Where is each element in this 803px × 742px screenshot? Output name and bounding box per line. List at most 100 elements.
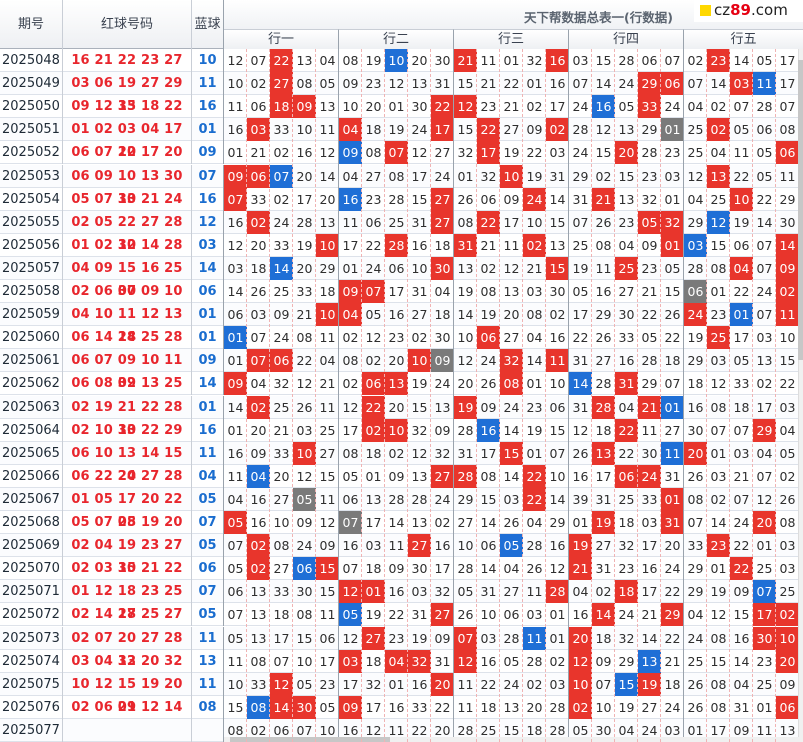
number-cell: 15 bbox=[733, 607, 750, 623]
blue-ball-cell: 09 bbox=[192, 349, 224, 373]
number-cell: 18 bbox=[250, 260, 267, 276]
number-cell: 12 bbox=[503, 260, 520, 276]
number-cell: 19 bbox=[526, 168, 543, 184]
period-cell: 2025073 bbox=[0, 626, 63, 650]
number-cell: 12 bbox=[388, 76, 405, 92]
period-cell: 2025060 bbox=[0, 326, 63, 350]
period-cell: 2025067 bbox=[0, 487, 63, 511]
number-cell: 25 bbox=[687, 653, 704, 669]
number-cell: 15 bbox=[615, 672, 638, 696]
number-cell: 03 bbox=[250, 307, 267, 323]
number-cell: 18 bbox=[687, 376, 704, 392]
number-cell: 12 bbox=[457, 353, 474, 369]
number-cell: 12 bbox=[707, 210, 730, 234]
number-cell: 06 bbox=[227, 307, 244, 323]
number-cell: 08 bbox=[247, 695, 270, 719]
column-divider bbox=[269, 49, 270, 742]
period-cell: 2025054 bbox=[0, 187, 63, 211]
number-cell: 02 bbox=[247, 534, 270, 558]
period-cell: 2025057 bbox=[0, 256, 63, 280]
number-cell: 13 bbox=[638, 649, 661, 673]
number-cell: 25 bbox=[756, 676, 773, 692]
number-cell: 24 bbox=[572, 145, 589, 161]
number-cell: 13 bbox=[411, 515, 428, 530]
number-cell: 03 bbox=[339, 649, 362, 673]
number-cell: 27 bbox=[273, 491, 290, 507]
column-divider bbox=[384, 49, 385, 742]
number-cell: 29 bbox=[687, 561, 704, 577]
number-cell: 15 bbox=[549, 422, 566, 438]
number-cell: 17 bbox=[549, 99, 566, 115]
number-cell: 11 bbox=[503, 237, 520, 253]
number-cell: 26 bbox=[457, 607, 474, 623]
number-cell: 12 bbox=[365, 330, 382, 346]
number-cell: 14 bbox=[526, 353, 543, 369]
number-cell: 05 bbox=[342, 468, 359, 484]
number-cell: 32 bbox=[618, 630, 635, 646]
number-cell: 21 bbox=[296, 307, 313, 323]
number-cell: 07 bbox=[454, 626, 477, 650]
period-cell: 2025064 bbox=[0, 418, 63, 442]
column-divider bbox=[499, 49, 500, 742]
group-header-2: 行二 bbox=[339, 29, 454, 49]
number-cell: 10 bbox=[779, 330, 796, 346]
vertical-scrollbar-thumb[interactable] bbox=[798, 60, 803, 360]
number-cell: 10 bbox=[595, 699, 612, 715]
number-cell: 22 bbox=[664, 584, 681, 600]
number-cell: 07 bbox=[227, 538, 244, 554]
number-cell: 08 bbox=[500, 372, 523, 396]
number-cell: 22 bbox=[523, 487, 546, 511]
site-logo[interactable]: cz89.com bbox=[694, 0, 803, 22]
number-cell: 19 bbox=[638, 672, 661, 696]
number-cell: 10 bbox=[296, 122, 313, 138]
number-cell: 33 bbox=[273, 122, 290, 138]
number-cell: 01 bbox=[388, 676, 405, 692]
number-cell: 28 bbox=[572, 122, 589, 138]
number-cell: 12 bbox=[319, 515, 336, 530]
number-cell: 14 bbox=[503, 422, 520, 438]
number-cell: 33 bbox=[638, 95, 661, 119]
number-cell: 15 bbox=[546, 256, 569, 280]
number-cell: 01 bbox=[227, 353, 244, 369]
number-cell: 22 bbox=[365, 237, 382, 253]
number-cell: 14 bbox=[503, 468, 520, 484]
number-cell: 04 bbox=[319, 353, 336, 369]
number-cell: 20 bbox=[684, 441, 707, 465]
blue-ball-cell: 05 bbox=[192, 603, 224, 627]
red-balls-cell bbox=[63, 718, 192, 742]
number-cell: 03 bbox=[365, 538, 382, 554]
number-cell: 03 bbox=[227, 260, 244, 276]
number-cell: 30 bbox=[618, 307, 635, 323]
number-cell: 19 bbox=[365, 53, 382, 68]
number-cell: 29 bbox=[319, 260, 336, 276]
number-cell: 28 bbox=[641, 145, 658, 161]
period-cell: 2025076 bbox=[0, 695, 63, 719]
number-cell: 32 bbox=[273, 376, 290, 392]
number-cell: 16 bbox=[411, 237, 428, 253]
horizontal-scrollbar-thumb[interactable] bbox=[230, 737, 390, 742]
number-cell: 16 bbox=[592, 95, 615, 119]
number-cell: 02 bbox=[526, 99, 543, 115]
number-cell: 16 bbox=[572, 607, 589, 623]
number-cell: 04 bbox=[618, 399, 635, 415]
number-cell: 23 bbox=[641, 260, 658, 276]
number-cell: 29 bbox=[572, 168, 589, 184]
number-cell: 13 bbox=[618, 191, 635, 207]
number-cell: 02 bbox=[756, 376, 773, 392]
period-cell: 2025058 bbox=[0, 280, 63, 303]
red-balls-cell: 06 14 18 25 28 30 bbox=[63, 326, 192, 368]
number-cell: 05 bbox=[756, 53, 773, 68]
number-cell: 13 bbox=[549, 237, 566, 253]
number-cell: 14 bbox=[549, 191, 566, 207]
number-cell: 18 bbox=[615, 580, 638, 604]
number-cell: 27 bbox=[503, 584, 520, 600]
number-cell: 22 bbox=[615, 418, 638, 442]
number-cell: 16 bbox=[477, 418, 500, 442]
red-balls-cell: 02 06 07 09 10 20 bbox=[63, 280, 192, 322]
number-cell: 15 bbox=[710, 237, 727, 253]
number-cell: 03 bbox=[503, 491, 520, 507]
number-cell: 02 bbox=[388, 445, 405, 461]
number-cell: 30 bbox=[296, 584, 313, 600]
number-cell: 05 bbox=[296, 676, 313, 692]
number-cell: 06 bbox=[365, 214, 382, 230]
